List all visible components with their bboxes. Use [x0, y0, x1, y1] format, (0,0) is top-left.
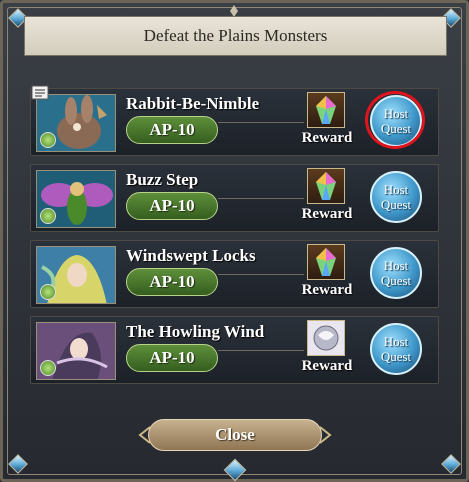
- reward-preview[interactable]: Reward: [296, 88, 358, 154]
- quest-row[interactable]: The Howling Wind AP-10 Reward Host Quest: [30, 316, 439, 384]
- corner-gem-icon: [7, 453, 29, 475]
- green-status-icon: [40, 360, 56, 376]
- close-button-area: Close: [138, 413, 332, 457]
- rainbow-crystal-icon: [307, 168, 345, 204]
- quest-thumbnail-rabbit: [36, 94, 116, 152]
- reward-label: Reward: [301, 206, 353, 222]
- reward-preview[interactable]: Reward: [296, 240, 358, 306]
- ap-cost: AP-10: [149, 196, 195, 215]
- host-label: Host: [383, 258, 409, 273]
- host-quest-button[interactable]: Host Quest: [370, 247, 422, 299]
- green-status-icon: [40, 132, 56, 148]
- highlight-ring: [365, 91, 425, 149]
- note-icon: [31, 85, 49, 100]
- quest-label: Quest: [380, 349, 412, 364]
- quest-row[interactable]: Buzz Step AP-10 Reward Host Quest: [30, 164, 439, 232]
- host-label: Host: [383, 334, 409, 349]
- reward-label: Reward: [301, 282, 353, 298]
- quest-name: The Howling Wind: [126, 322, 265, 341]
- green-status-icon: [40, 208, 56, 224]
- ap-cost-badge: AP-10: [126, 344, 218, 372]
- rainbow-crystal-icon: [307, 244, 345, 280]
- close-label: Close: [215, 425, 255, 444]
- close-button[interactable]: Close: [148, 419, 322, 451]
- green-status-icon: [40, 284, 56, 300]
- ap-cost: AP-10: [149, 272, 195, 291]
- ap-cost-badge: AP-10: [126, 268, 218, 296]
- quest-thumbnail-windswept: [36, 246, 116, 304]
- rainbow-crystal-icon: [307, 92, 345, 128]
- reward-label: Reward: [301, 358, 353, 374]
- reward-preview[interactable]: Reward: [296, 316, 358, 382]
- host-quest-button[interactable]: Host Quest: [370, 323, 422, 375]
- quest-row[interactable]: Rabbit-Be-Nimble AP-10 Reward Host Quest: [30, 85, 439, 156]
- quest-thumbnail-buzz: [36, 170, 116, 228]
- quest-thumbnail-howling: [36, 322, 116, 380]
- corner-gem-icon: [440, 453, 462, 475]
- quest-label: Quest: [380, 273, 412, 288]
- ap-cost: AP-10: [149, 348, 195, 367]
- quest-name: Buzz Step: [126, 170, 199, 189]
- dialog-title: Defeat the Plains Monsters: [143, 26, 328, 45]
- host-quest-button[interactable]: Host Quest: [370, 171, 422, 223]
- ornament-icon: [319, 426, 332, 444]
- ap-cost-badge: AP-10: [126, 192, 218, 220]
- reward-preview[interactable]: Reward: [296, 164, 358, 230]
- dialog-title-bar: Defeat the Plains Monsters: [24, 16, 447, 56]
- quest-label: Quest: [380, 197, 412, 212]
- ap-cost-badge: AP-10: [126, 116, 218, 144]
- ap-cost: AP-10: [149, 120, 195, 139]
- quest-name: Rabbit-Be-Nimble: [126, 94, 260, 113]
- reward-label: Reward: [301, 130, 353, 146]
- quest-row[interactable]: Windswept Locks AP-10 Reward Host Quest: [30, 240, 439, 308]
- silver-orb-icon: [307, 320, 345, 356]
- quest-name: Windswept Locks: [126, 246, 256, 265]
- host-label: Host: [383, 182, 409, 197]
